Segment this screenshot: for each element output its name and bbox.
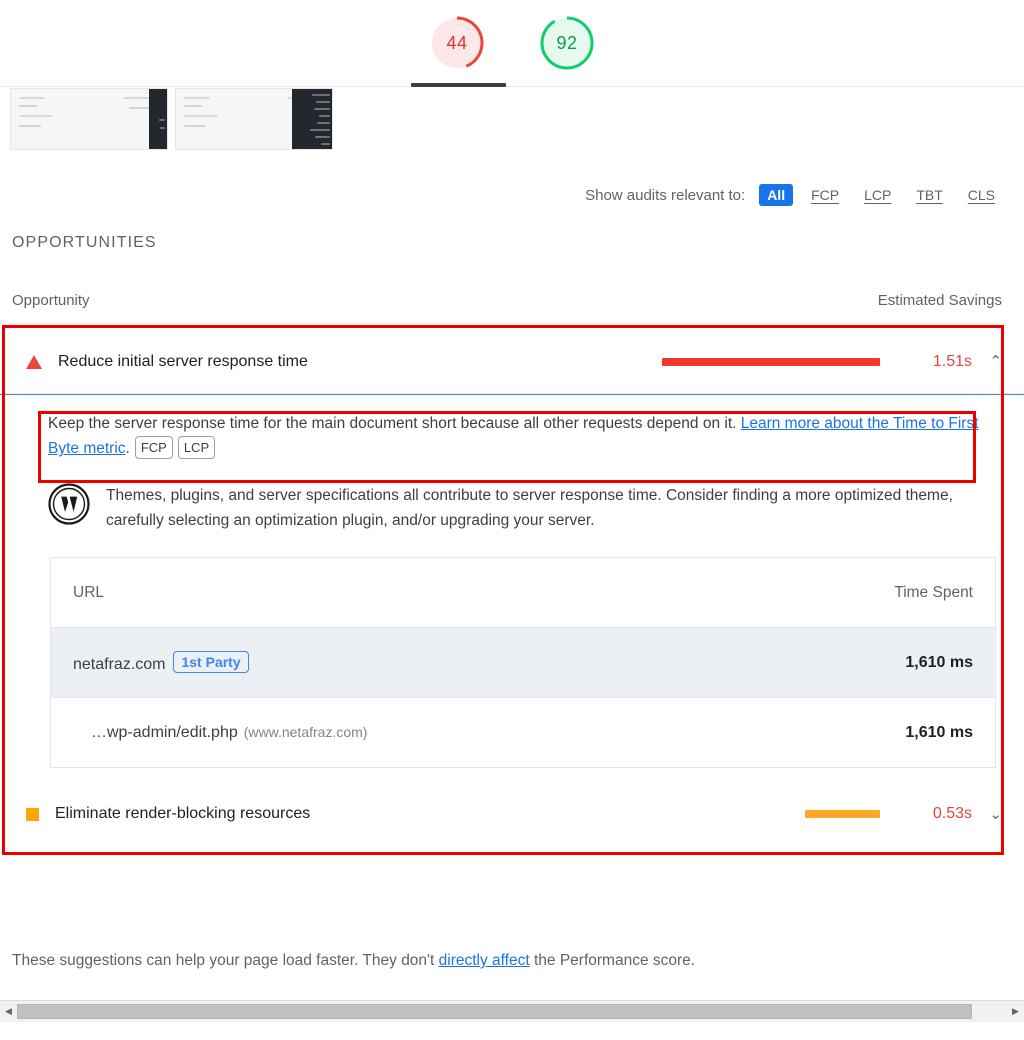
score-gauge-strip: 44 92 [0,0,1024,88]
opportunities-list: Reduce initial server response time 1.51… [0,330,1024,847]
opportunity-savings-value: 0.53s [932,805,972,823]
url-host-note: (www.netafraz.com) [243,723,368,740]
url-text: …wp-admin/edit.php [91,723,238,741]
footnote-lead: These suggestions can help your page loa… [12,952,439,969]
scroll-right-arrow-icon[interactable]: ▶ [1007,1002,1024,1022]
performance-score-gauge[interactable]: 44 [426,12,488,74]
scroll-left-arrow-icon[interactable]: ◀ [0,1002,17,1022]
first-party-badge: 1st Party [173,651,249,674]
lighthouse-report-page: 44 92 Show audits relevant to: All FCP L… [0,0,1024,1040]
opportunity-item-render-blocking: Eliminate render-blocking resources 0.53… [0,782,1024,847]
filmstrip-dark-panel [149,89,167,149]
opportunity-item-server-response: Reduce initial server response time 1.51… [0,330,1024,783]
opportunity-header-row[interactable]: Reduce initial server response time 1.51… [0,330,1024,394]
filmstrip-dark-panel [292,89,332,149]
opportunities-footnote: These suggestions can help your page loa… [12,952,695,970]
filter-chip-fcp[interactable]: FCP [804,185,846,205]
table-column-time-spent: Time Spent [894,583,973,601]
table-column-url: URL [73,583,105,601]
table-header-row: URL Time Spent [50,558,996,628]
metric-pill-lcp: LCP [177,436,216,460]
time-spent-value: 1,610 ms [905,723,973,741]
opportunity-title: Eliminate render-blocking resources [55,805,311,823]
page-bottom-filler [0,1022,1024,1040]
time-spent-value: 1,610 ms [905,653,973,671]
opportunities-section-title: OPPORTUNITIES [12,234,157,251]
active-tab-indicator [411,83,506,87]
filter-chip-lcp[interactable]: LCP [857,185,898,205]
footnote-tail: the Performance score. [529,952,696,969]
opportunity-header-row[interactable]: Eliminate render-blocking resources 0.53… [0,782,1024,847]
filmstrip-frame[interactable] [175,88,333,150]
column-header-estimated-savings: Estimated Savings [877,292,1002,309]
severity-error-triangle-icon [26,354,42,369]
accessibility-score-value: 92 [556,32,578,53]
accessibility-score-gauge[interactable]: 92 [536,12,598,74]
opportunity-savings-value: 1.51s [932,352,972,370]
opportunity-detail-panel: Keep the server response time for the ma… [0,394,1024,783]
url-text: netafraz.com [73,656,166,674]
chevron-up-icon[interactable]: ⌃ [972,354,1002,369]
table-row: …wp-admin/edit.php (www.netafraz.com) 1,6… [50,697,996,768]
severity-warning-square-icon [26,807,39,821]
audit-filter-row: Show audits relevant to: All FCP LCP TBT… [585,184,1002,206]
description-text-lead: Keep the server response time for the ma… [48,415,741,432]
performance-score-value: 44 [446,32,468,53]
table-cell-time: 1,610 ms [744,628,996,698]
savings-bar-container [610,810,880,819]
scrollbar-track[interactable] [17,1002,1007,1022]
scrollbar-thumb[interactable] [17,1003,973,1019]
table-cell-time: 1,610 ms [744,698,996,768]
gauge-strip-divider [0,86,1024,87]
savings-bar [662,357,880,366]
savings-bar-container [610,357,880,366]
opportunities-column-headers: Opportunity Estimated Savings [0,292,1024,309]
stackpack-text: Themes, plugins, and server specificatio… [106,487,953,530]
audit-filter-label: Show audits relevant to: [585,186,746,204]
filter-chip-all[interactable]: All [759,184,794,206]
opportunity-description: Keep the server response time for the ma… [48,395,1002,461]
table-cell-url: netafraz.com 1st Party [51,628,744,698]
stackpack-advice: Themes, plugins, and server specificatio… [48,461,1002,533]
wordpress-icon [48,483,90,525]
metric-pill-fcp: FCP [134,436,173,460]
filmstrip-frame[interactable] [10,88,168,150]
screenshot-filmstrip [10,88,333,150]
filter-chip-cls[interactable]: CLS [961,185,1002,205]
table-cell-url: …wp-admin/edit.php (www.netafraz.com) [51,698,744,768]
audit-details-table: URL Time Spent netafraz.com 1st Party 1,6… [50,557,996,769]
savings-bar [805,810,880,819]
chevron-down-icon[interactable]: ⌄ [972,807,1002,822]
horizontal-scrollbar[interactable]: ◀ ▶ [0,1000,1024,1022]
table-row: netafraz.com 1st Party 1,610 ms [50,627,996,698]
filter-chip-tbt[interactable]: TBT [909,185,949,205]
column-header-opportunity: Opportunity [12,292,90,309]
directly-affect-link[interactable]: directly affect [439,952,530,969]
description-text-tail: . [125,440,130,458]
opportunity-title: Reduce initial server response time [58,352,308,370]
